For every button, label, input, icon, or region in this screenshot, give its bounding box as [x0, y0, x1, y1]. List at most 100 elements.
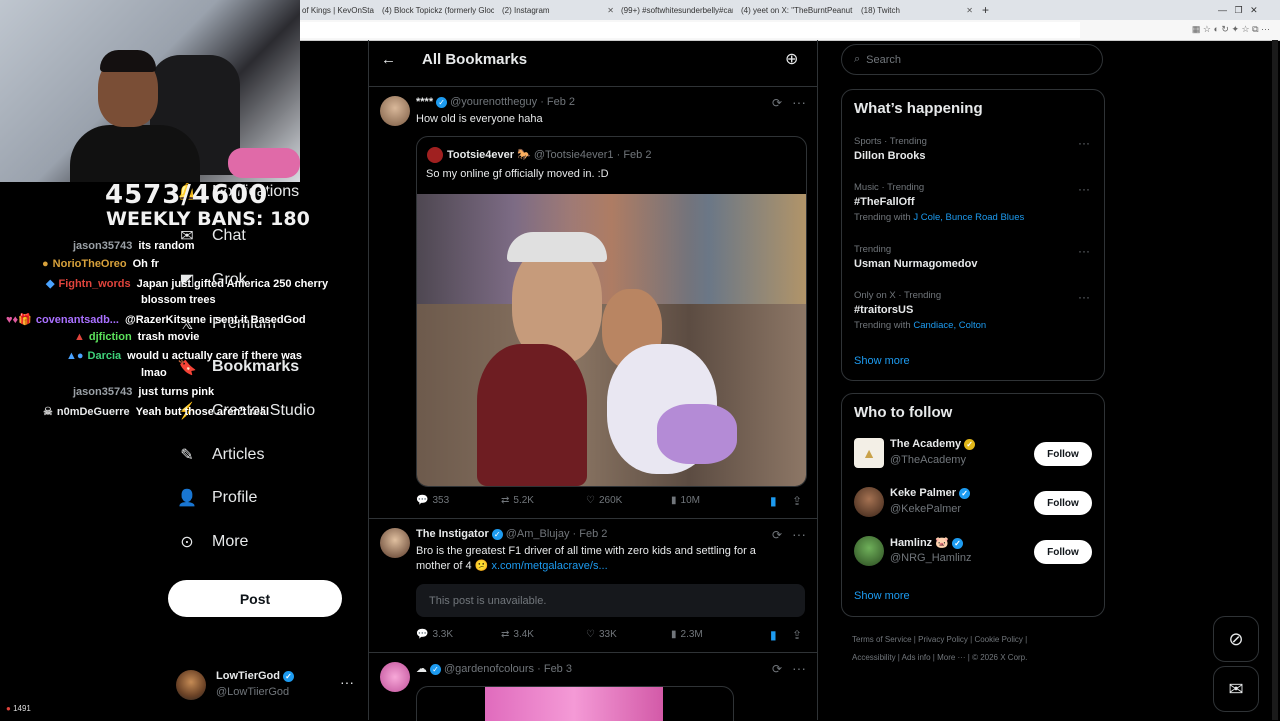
verified-icon: ✓ — [951, 537, 963, 549]
horse-emoji-icon: 🐎 — [517, 149, 531, 161]
heart-icon: ♡ — [586, 629, 595, 640]
follow-suggestion[interactable]: Keke Palmer ✓ @KekePalmer Follow — [854, 485, 1092, 521]
messages-float-icon[interactable]: ✉ — [1213, 666, 1259, 712]
trend-item[interactable]: Music · Trending #TheFallOff Trending with… — [854, 180, 1024, 225]
ads-info-link[interactable]: Ads info — [902, 653, 931, 662]
nav-articles[interactable]: ✎ Articles — [178, 446, 264, 464]
browser-tab[interactable]: (2) Instagram ✕ — [502, 3, 614, 17]
browser-toolbar-icons[interactable]: ▦ ☆ ◐ ↻ ✦ ☆ ⧉ ⋯ — [1192, 24, 1270, 35]
browser-tab[interactable]: (4) Block Topickz (formerly Glock...✕ — [382, 3, 494, 17]
grok-explain-icon[interactable]: ⟳ — [772, 528, 782, 542]
reply-icon: 💬 — [416, 629, 429, 640]
scrollbar[interactable] — [1272, 40, 1278, 720]
more-dots-icon[interactable]: ··· — [1078, 290, 1090, 304]
avatar[interactable] — [380, 528, 410, 558]
more-dots-icon[interactable]: ··· — [340, 674, 354, 690]
browser-tab[interactable]: (18) Twitch ✕ — [861, 3, 973, 17]
views-button[interactable]: ▮ 2.3M — [671, 629, 756, 640]
retweet-button[interactable]: ⇄ 3.4K — [501, 629, 586, 640]
bookmark-icon[interactable]: ▮ — [770, 628, 777, 642]
chat-message: ▲● Darcia would u actually care if there w… — [66, 350, 303, 362]
reply-button[interactable]: 💬 3.3K — [416, 629, 501, 640]
follow-button[interactable]: Follow — [1034, 491, 1092, 515]
tweet-photo[interactable] — [417, 194, 806, 486]
column-divider — [368, 40, 369, 720]
retweet-button[interactable]: ⇄ 5.2K — [501, 495, 586, 506]
back-arrow-icon[interactable]: ← — [381, 51, 396, 68]
avatar[interactable] — [380, 662, 410, 692]
avatar[interactable] — [380, 96, 410, 126]
tweet-media[interactable] — [416, 686, 734, 721]
share-icon[interactable]: ⇪ — [792, 494, 802, 508]
quoted-tweet[interactable]: Tootsie4ever 🐎 @Tootsie4ever1 · Feb 2 So… — [416, 136, 807, 487]
trend-item[interactable]: Sports · Trending Dillon Brooks — [854, 134, 927, 164]
new-tab-icon[interactable]: + — [982, 3, 994, 17]
privacy-link[interactable]: Privacy Policy — [918, 635, 968, 644]
trend-item[interactable]: Only on X · Trending #traitorsUS Trending … — [854, 288, 986, 333]
search-input[interactable]: ⌕ Search — [841, 44, 1103, 75]
follow-button[interactable]: Follow — [1034, 540, 1092, 564]
more-dots-icon[interactable]: ··· — [792, 660, 806, 676]
tweet-header: ☁ ✓ @gardenofcolours · Feb 3 — [416, 663, 572, 675]
browser-tab[interactable]: (99+) #softwhitesunderbelly#carte...✕ — [621, 3, 733, 17]
weekly-bans: WEEKLY BANS: 180 — [106, 208, 310, 230]
show-more-link[interactable]: Show more — [854, 355, 910, 367]
tweet-link[interactable]: x.com/metgalacrave/s... — [491, 560, 607, 572]
more-link[interactable]: More ··· — [937, 653, 965, 662]
trend-item[interactable]: Trending Usman Nurmagomedov — [854, 242, 977, 272]
browser-tab[interactable]: (4) yeet on X: "TheBurntPeanut no...✕ — [741, 3, 853, 17]
like-button[interactable]: ♡ 33K — [586, 629, 671, 640]
copyright: © 2026 X Corp. — [972, 653, 1028, 662]
like-button[interactable]: ♡ 260K — [586, 495, 671, 506]
grok-float-icon[interactable]: ⊘ — [1213, 616, 1259, 662]
share-icon[interactable]: ⇪ — [792, 628, 802, 642]
close-icon[interactable]: ✕ — [607, 6, 614, 15]
heart-icon: ♡ — [586, 495, 595, 506]
browser-tab[interactable]: of Kings | KevOnStage✕ — [302, 3, 374, 17]
chat-message: ☠ n0mDeGuerre Yeah but those aren't real — [43, 406, 270, 418]
cloud-emoji-icon: ☁ — [416, 663, 427, 675]
more-dots-icon[interactable]: ··· — [1078, 136, 1090, 150]
nav-profile[interactable]: 👤 Profile — [177, 489, 257, 507]
more-dots-icon[interactable]: ··· — [1078, 244, 1090, 258]
cookie-link[interactable]: Cookie Policy — [974, 635, 1022, 644]
nav-more[interactable]: ⊙ More — [178, 533, 248, 551]
tweet-header: **** ✓ @yourenottheguy · Feb 2 — [416, 96, 576, 108]
tweet-actions: 💬 3.3K ⇄ 3.4K ♡ 33K ▮ 2.3M — [416, 629, 756, 640]
add-folder-icon[interactable]: ⊕ — [785, 49, 798, 69]
post-button[interactable]: Post — [168, 580, 342, 617]
verified-icon: ✓ — [436, 96, 448, 108]
follow-suggestion[interactable]: Hamlinz 🐷 ✓ @NRG_Hamlinz Follow — [854, 534, 1092, 570]
more-dots-icon[interactable]: ··· — [792, 94, 806, 110]
retweet-icon: ⇄ — [501, 495, 510, 506]
badge-icon: ♥♦🎁 — [6, 314, 32, 326]
url-field[interactable] — [300, 22, 1080, 38]
bookmark-icon[interactable]: ▮ — [770, 494, 777, 508]
terms-link[interactable]: Terms of Service — [852, 635, 912, 644]
views-icon: ▮ — [671, 495, 677, 506]
reply-icon: 💬 — [416, 495, 429, 506]
verified-icon: ✓ — [959, 487, 971, 499]
window-controls[interactable]: — ❐ ✕ — [1218, 3, 1258, 17]
retweet-icon: ⇄ — [501, 629, 510, 640]
show-more-link[interactable]: Show more — [854, 590, 910, 602]
reply-button[interactable]: 💬 353 — [416, 495, 501, 506]
webcam-overlay — [0, 0, 300, 182]
account-switcher[interactable]: LowTierGod ✓ @LowTiierGod ··· — [176, 668, 356, 708]
close-icon[interactable]: ✕ — [966, 6, 973, 15]
follow-suggestion[interactable]: ▲ The Academy ✓ @TheAcademy Follow — [854, 436, 1092, 472]
tweet-text: How old is everyone haha — [416, 113, 543, 125]
divider — [369, 518, 817, 519]
avatar — [176, 670, 206, 700]
person-icon: 👤 — [177, 490, 197, 507]
accessibility-link[interactable]: Accessibility — [852, 653, 896, 662]
views-button[interactable]: ▮ 10M — [671, 495, 756, 506]
badge-icon: ▲● — [66, 350, 84, 362]
more-dots-icon[interactable]: ··· — [1078, 182, 1090, 196]
follow-button[interactable]: Follow — [1034, 442, 1092, 466]
grok-explain-icon[interactable]: ⟳ — [772, 662, 782, 676]
grok-explain-icon[interactable]: ⟳ — [772, 96, 782, 110]
streamer-hair — [100, 50, 156, 72]
more-dots-icon[interactable]: ··· — [792, 526, 806, 542]
sub-goal-counter: 4573/4600 — [105, 180, 269, 210]
